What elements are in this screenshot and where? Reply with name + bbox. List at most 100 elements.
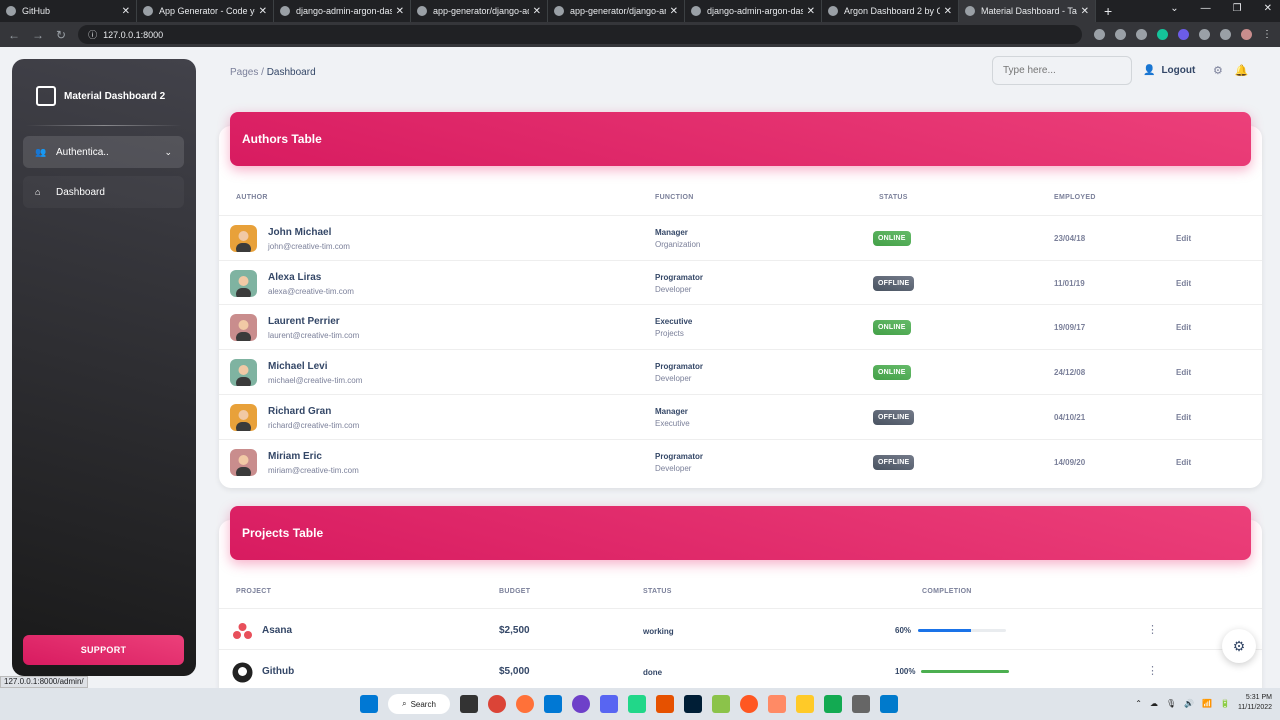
reload-icon[interactable]: ↻	[56, 28, 66, 42]
close-tab-icon[interactable]: ✕	[670, 6, 678, 17]
brand[interactable]: Material Dashboard 2	[12, 59, 196, 115]
project-name: Github	[262, 666, 295, 677]
avatar	[230, 403, 257, 431]
edit-link[interactable]: Edit	[1176, 458, 1191, 467]
close-tab-icon[interactable]: ✕	[533, 6, 541, 17]
browser-tab[interactable]: django-admin-argon-dash ✕	[685, 0, 822, 22]
vscode-icon[interactable]	[880, 695, 898, 713]
close-tab-icon[interactable]: ✕	[807, 6, 815, 17]
clock[interactable]: 5:31 PM 11/11/2022	[1238, 693, 1272, 713]
close-tab-icon[interactable]: ✕	[1081, 6, 1089, 17]
wifi-icon[interactable]: 📶	[1202, 699, 1212, 708]
column-header: COMPLETION	[922, 588, 972, 595]
microphone-icon[interactable]: 🎙	[1166, 699, 1176, 708]
close-tab-icon[interactable]: ✕	[944, 6, 952, 17]
author-name: Miriam Eric	[268, 450, 322, 462]
chrome-icon[interactable]	[488, 695, 506, 713]
clock-date: 11/11/2022	[1238, 704, 1272, 711]
app-icon[interactable]	[768, 695, 786, 713]
breadcrumb-current: Dashboard	[266, 67, 316, 78]
settings-fab[interactable]: ⚙	[1222, 629, 1256, 663]
info-icon[interactable]: ⓘ	[88, 28, 97, 41]
edit-link[interactable]: Edit	[1176, 323, 1191, 332]
firefox-icon[interactable]	[516, 695, 534, 713]
browser-tab[interactable]: App Generator - Code you ✕	[137, 0, 274, 22]
chevron-down-icon: ⌄	[164, 146, 172, 157]
bell-icon[interactable]: 🔔	[1235, 64, 1249, 77]
mongodb-icon[interactable]	[824, 695, 842, 713]
grammarly-icon[interactable]	[1157, 29, 1168, 40]
close-tab-icon[interactable]: ✕	[259, 6, 267, 17]
chevron-down-icon[interactable]: ⌄	[1170, 3, 1178, 14]
bookmark-star-icon[interactable]	[1136, 29, 1147, 40]
more-options-icon[interactable]: ⋮	[1147, 623, 1158, 636]
azure-icon[interactable]	[544, 695, 562, 713]
cloud-icon[interactable]: ☁	[1150, 699, 1158, 708]
status-badge: OFFLINE	[873, 275, 915, 291]
more-options-icon[interactable]: ⋮	[1147, 664, 1158, 677]
taskbar-search-label: Search	[410, 699, 436, 709]
sidepanel-icon[interactable]	[1220, 29, 1231, 40]
url-field[interactable]: ⓘ 127.0.0.1:8000	[78, 25, 1082, 44]
battery-icon[interactable]: 🔋	[1220, 699, 1230, 708]
taskbar-search[interactable]: ⌕ Search	[388, 694, 450, 714]
new-tab-icon[interactable]: +	[1104, 3, 1112, 19]
employed-date: 24/12/08	[1054, 368, 1086, 378]
project-status: done	[643, 668, 663, 677]
authors-card: Authors Table AUTHOR FUNCTION STATUS EMP…	[219, 112, 1262, 488]
close-tab-icon[interactable]: ✕	[122, 6, 130, 17]
author-function: Manager	[655, 406, 688, 416]
back-icon[interactable]: ←	[8, 28, 20, 42]
edit-link[interactable]: Edit	[1176, 368, 1191, 377]
task-view-icon[interactable]	[460, 695, 478, 713]
sidebar-item-dashboard[interactable]: ⌂ Dashboard	[23, 176, 184, 208]
edit-link[interactable]: Edit	[1176, 234, 1191, 243]
browser-tab[interactable]: Argon Dashboard 2 by Cre ✕	[822, 0, 959, 22]
puzzle-icon[interactable]	[1199, 29, 1210, 40]
close-tab-icon[interactable]: ✕	[396, 6, 404, 17]
gear-icon[interactable]: ⚙	[1213, 64, 1223, 77]
more-menu-icon[interactable]: ⋮	[1262, 29, 1272, 40]
sidebar-item-label: Dashboard	[56, 186, 105, 198]
column-header: STATUS	[643, 588, 672, 595]
forward-icon[interactable]: →	[32, 28, 44, 42]
monitor-icon[interactable]	[852, 695, 870, 713]
notepad-icon[interactable]	[712, 695, 730, 713]
browser-tab[interactable]: GitHub ✕	[0, 0, 137, 22]
breadcrumb-root[interactable]: Pages	[230, 67, 258, 78]
status-badge: ONLINE	[873, 320, 911, 336]
pycharm-icon[interactable]	[628, 695, 646, 713]
support-button[interactable]: SUPPORT	[23, 635, 184, 665]
extension-icon[interactable]	[1178, 29, 1189, 40]
search-input[interactable]	[992, 56, 1132, 85]
zoom-icon[interactable]	[1094, 29, 1105, 40]
asana-icon	[232, 621, 253, 642]
restore-icon[interactable]: ❐	[1233, 3, 1242, 14]
github-desktop-icon[interactable]	[572, 695, 590, 713]
browser-tab[interactable]: django-admin-argon-dash ✕	[274, 0, 411, 22]
discord-icon[interactable]	[600, 695, 618, 713]
edit-link[interactable]: Edit	[1176, 413, 1191, 422]
browser-tab[interactable]: app-generator/django-adi ✕	[411, 0, 548, 22]
project-budget: $5,000	[499, 666, 530, 677]
logout-button[interactable]: 👤 Logout	[1143, 65, 1195, 76]
share-icon[interactable]	[1115, 29, 1126, 40]
edit-link[interactable]: Edit	[1176, 279, 1191, 288]
folder-icon[interactable]	[796, 695, 814, 713]
browser-tab[interactable]: Material Dashboard - Tabl ✕	[959, 0, 1096, 22]
photoshop-icon[interactable]	[684, 695, 702, 713]
profile-avatar[interactable]	[1241, 29, 1252, 40]
employed-date: 11/01/19	[1054, 278, 1085, 288]
extensions-area: ⋮	[1094, 29, 1272, 40]
url-text: 127.0.0.1:8000	[103, 29, 164, 40]
author-department: Developer	[655, 374, 692, 384]
chevron-up-icon[interactable]: ⌃	[1135, 699, 1142, 708]
close-window-icon[interactable]: ✕	[1264, 3, 1272, 14]
sidebar-item-authentication[interactable]: 👥 Authentica.. ⌄	[23, 136, 184, 168]
speaker-icon[interactable]: 🔊	[1184, 699, 1194, 708]
minimize-icon[interactable]: —	[1201, 3, 1211, 14]
app-icon[interactable]	[656, 695, 674, 713]
browser-tab[interactable]: app-generator/django-arg ✕	[548, 0, 685, 22]
windows-start-icon[interactable]	[360, 695, 378, 713]
compass-icon[interactable]	[740, 695, 758, 713]
